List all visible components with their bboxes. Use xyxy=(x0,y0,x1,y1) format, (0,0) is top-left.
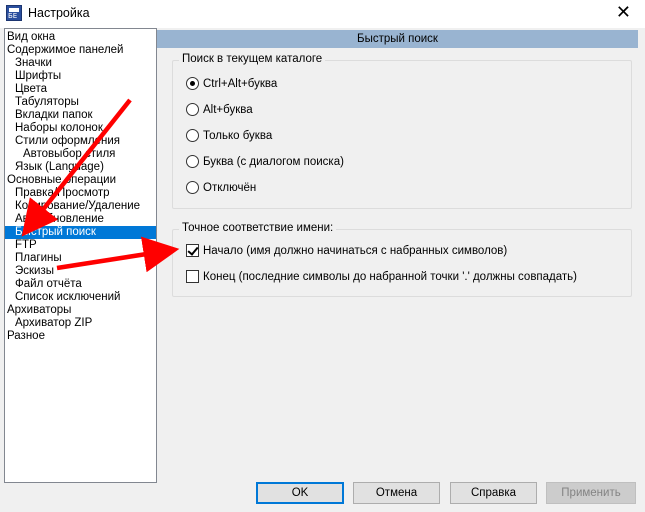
tree-item[interactable]: Основные операции xyxy=(5,174,116,187)
tree-item[interactable]: Табуляторы xyxy=(5,96,79,109)
tree-item[interactable]: Файл отчёта xyxy=(5,278,82,291)
tree-item[interactable]: Цвета xyxy=(5,83,47,96)
tree-item[interactable]: Эскизы xyxy=(5,265,54,278)
close-icon[interactable]: ✕ xyxy=(616,3,631,21)
search-mode-group: Поиск в текущем каталоге Ctrl+Alt+буква A… xyxy=(172,53,632,209)
page-header: Быстрый поиск xyxy=(157,30,638,48)
tree-item[interactable]: Разное xyxy=(5,330,45,343)
window-title: Настройка xyxy=(28,6,90,20)
radio-icon[interactable] xyxy=(186,129,199,142)
cancel-button[interactable]: Отмена xyxy=(353,482,440,504)
tree-item[interactable]: Плагины xyxy=(5,252,62,265)
tree-item[interactable]: Копирование/Удаление xyxy=(5,200,140,213)
app-icon xyxy=(6,5,22,21)
tree-item[interactable]: Стили оформления xyxy=(5,135,120,148)
title-bar: Настройка ✕ xyxy=(0,0,645,28)
radio-icon[interactable] xyxy=(186,155,199,168)
tree-item[interactable]: Архиваторы xyxy=(5,304,71,317)
tree-item[interactable]: FTP xyxy=(5,239,37,252)
radio-label: Ctrl+Alt+буква xyxy=(203,78,278,90)
tree-item[interactable]: Значки xyxy=(5,57,52,70)
tree-item[interactable]: Наборы колонок xyxy=(5,122,103,135)
tree-item[interactable]: Автообновление xyxy=(5,213,104,226)
tree-item[interactable]: Вкладки папок xyxy=(5,109,93,122)
tree-item[interactable]: Язык (Language) xyxy=(5,161,104,174)
ok-button[interactable]: OK xyxy=(256,482,344,504)
tree-item[interactable]: Быстрый поиск xyxy=(5,226,156,239)
radio-label: Отключён xyxy=(203,182,257,194)
tree-item[interactable]: Шрифты xyxy=(5,70,61,83)
tree-item[interactable]: Список исключений xyxy=(5,291,120,304)
radio-icon[interactable] xyxy=(186,103,199,116)
help-button[interactable]: Справка xyxy=(450,482,537,504)
exact-match-group-title: Точное соответствие имени: xyxy=(179,222,337,234)
settings-tree[interactable]: Вид окна Содержимое панелей Значки Шрифты Цв… xyxy=(4,28,157,483)
search-mode-group-title: Поиск в текущем каталоге xyxy=(179,53,326,65)
checkbox-label: Конец (последние символы до набранной то… xyxy=(203,271,577,283)
tree-item[interactable]: Вид окна xyxy=(5,31,55,44)
tree-item[interactable]: Архиватор ZIP xyxy=(5,317,92,330)
radio-label: Буква (с диалогом поиска) xyxy=(203,156,344,168)
radio-icon[interactable] xyxy=(186,181,199,194)
tree-item[interactable]: Содержимое панелей xyxy=(5,44,123,57)
checkbox-icon[interactable] xyxy=(186,244,199,257)
apply-button: Применить xyxy=(546,482,636,504)
radio-icon[interactable] xyxy=(186,77,199,90)
checkbox-icon[interactable] xyxy=(186,270,199,283)
radio-label: Alt+буква xyxy=(203,104,253,116)
tree-item[interactable]: Автовыбор стиля xyxy=(5,148,115,161)
radio-label: Только буква xyxy=(203,130,273,142)
tree-item[interactable]: Правка/Просмотр xyxy=(5,187,110,200)
exact-match-group: Точное соответствие имени: Начало (имя д… xyxy=(172,222,632,297)
checkbox-label: Начало (имя должно начинаться с набранны… xyxy=(203,245,508,257)
